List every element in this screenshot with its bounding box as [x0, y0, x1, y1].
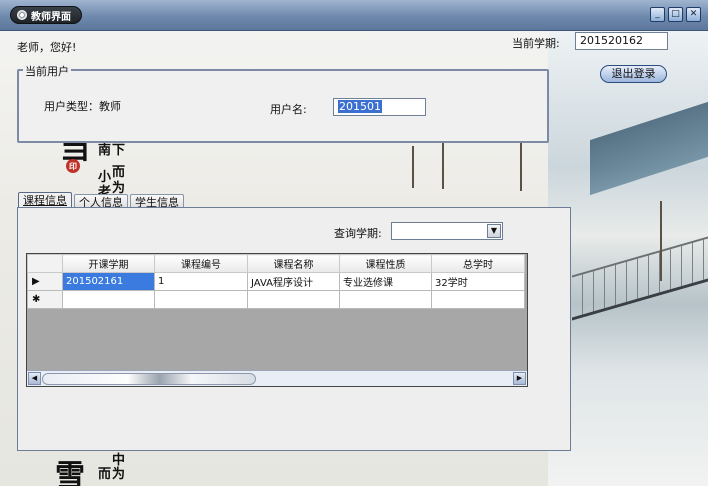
calligraphy-char: 雪: [55, 459, 85, 486]
chevron-down-icon[interactable]: ▼: [487, 224, 501, 238]
table-cell[interactable]: 201502161: [62, 272, 155, 291]
column-header[interactable]: 课程名称: [247, 254, 340, 273]
table-cell[interactable]: [247, 290, 340, 309]
red-seal-icon: 印: [66, 159, 80, 173]
current-term-field[interactable]: 201520162: [575, 32, 668, 50]
table-cell[interactable]: JAVA程序设计: [247, 272, 340, 291]
window-title-pill: 教师界面: [10, 6, 82, 24]
close-icon[interactable]: ✕: [686, 7, 701, 22]
table-header-row: 开课学期 课程编号 课程名称 课程性质 总学时: [27, 254, 525, 273]
scrollbar-thumb[interactable]: [42, 373, 256, 385]
logout-button[interactable]: 退出登录: [600, 65, 667, 83]
table-cell[interactable]: 32学时: [431, 272, 525, 291]
table-cell[interactable]: 1: [154, 272, 248, 291]
query-term-value: [392, 223, 395, 236]
table-cell[interactable]: [62, 290, 155, 309]
user-type-label: 用户类型：: [44, 100, 99, 113]
current-user-group: 当前用户 用户类型： 教师 用户名: 201501: [17, 63, 549, 143]
scenery-tree: [520, 136, 522, 191]
scroll-left-icon[interactable]: ◀: [28, 372, 41, 385]
query-term-select[interactable]: ▼: [391, 222, 503, 240]
current-row-marker-icon[interactable]: ▶: [27, 272, 63, 291]
restore-icon[interactable]: □: [668, 7, 683, 22]
user-type-value: 教师: [99, 100, 121, 113]
column-header[interactable]: 总学时: [431, 254, 525, 273]
current-user-legend: 当前用户: [23, 63, 71, 79]
table-cell[interactable]: 专业选修课: [339, 272, 432, 291]
table-cell[interactable]: [431, 290, 525, 309]
table-cell[interactable]: [339, 290, 432, 309]
table-row[interactable]: ▶ 201502161 1 JAVA程序设计 专业选修课 32学时: [27, 272, 525, 291]
calligraphy-char: 为: [112, 467, 126, 482]
course-data-grid[interactable]: 开课学期 课程编号 课程名称 课程性质 总学时 ▶ 201502161 1 JA…: [26, 253, 528, 387]
app-flower-icon: [17, 10, 27, 20]
scenery-tree: [442, 141, 444, 189]
column-header[interactable]: 课程性质: [339, 254, 432, 273]
table-row[interactable]: ✱: [27, 290, 525, 309]
username-value: 201501: [338, 100, 382, 113]
window-client-area: 当 印 南 下 小 而 老 为 中 而 为 雪 老师，您好! 当前学期: 201…: [0, 31, 708, 486]
username-label: 用户名:: [270, 103, 307, 116]
course-table: 开课学期 课程编号 课程名称 课程性质 总学时 ▶ 201502161 1 JA…: [27, 254, 525, 309]
greeting-text: 老师，您好!: [17, 41, 77, 54]
horizontal-scrollbar[interactable]: ◀ ▶: [27, 370, 527, 386]
row-header-corner: [27, 254, 63, 273]
minimize-icon[interactable]: _: [650, 7, 665, 22]
username-field[interactable]: 201501: [333, 98, 426, 116]
course-info-panel: 查询学期: ▼ 开课学期 课程编号 课程名称 课程性质 总学时 ▶ 201502…: [17, 207, 571, 451]
window-titlebar[interactable]: 教师界面 _ □ ✕: [0, 0, 708, 31]
current-term-label: 当前学期:: [512, 37, 560, 50]
calligraphy-char: 而: [98, 467, 112, 482]
column-header[interactable]: 开课学期: [62, 254, 155, 273]
scenery-tree: [660, 201, 662, 281]
window-title: 教师界面: [31, 11, 71, 23]
table-cell[interactable]: [154, 290, 248, 309]
new-row-marker-icon[interactable]: ✱: [27, 290, 63, 309]
column-header[interactable]: 课程编号: [154, 254, 248, 273]
scroll-right-icon[interactable]: ▶: [513, 372, 526, 385]
query-term-label: 查询学期:: [334, 227, 382, 240]
scenery-tree: [412, 146, 414, 188]
